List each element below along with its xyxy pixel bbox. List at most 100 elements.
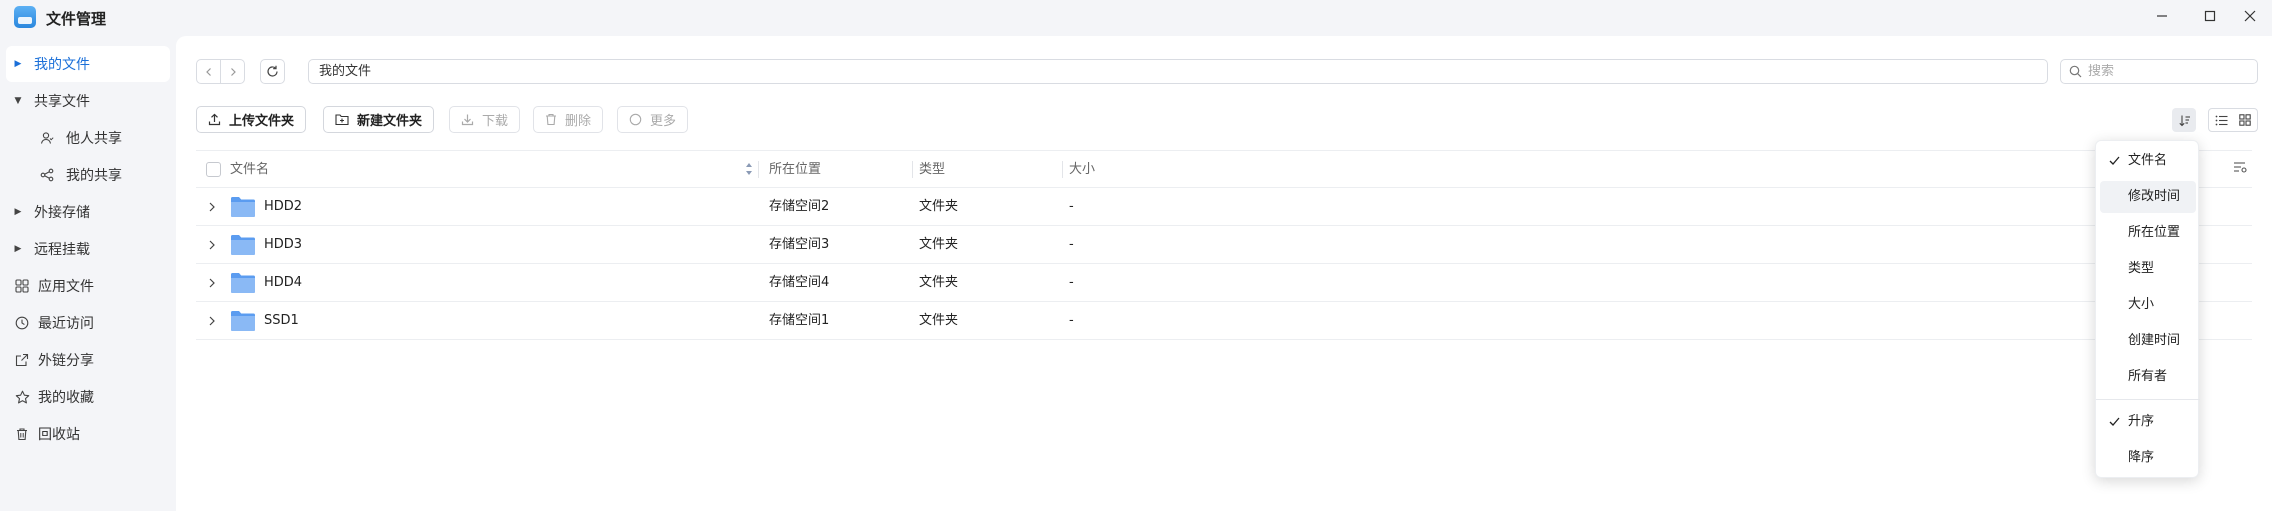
chevron-right-icon[interactable] [206, 276, 218, 290]
sort-by-modified-time[interactable]: 修改时间 [2100, 181, 2196, 213]
column-header-type[interactable]: 类型 [919, 151, 945, 188]
sidebar-item-recent[interactable]: 最近访问 [6, 305, 170, 341]
share-icon [32, 168, 62, 182]
sort-by-size[interactable]: 大小 [2100, 289, 2196, 321]
chevron-right-icon[interactable] [206, 238, 218, 252]
check-icon [2109, 417, 2120, 426]
upload-folder-label: 上传文件夹 [229, 114, 295, 129]
column-divider[interactable] [912, 161, 913, 178]
column-header-size[interactable]: 大小 [1069, 151, 1095, 188]
column-settings-button[interactable] [2232, 159, 2248, 179]
column-settings-icon [2234, 162, 2247, 173]
column-divider[interactable] [758, 161, 759, 178]
table-row[interactable]: SSD1 存储空间1 文件夹 - [196, 302, 2252, 340]
back-button[interactable] [196, 59, 221, 84]
grid-view-button[interactable] [2233, 109, 2257, 131]
search-input[interactable] [2088, 64, 2248, 79]
sort-ascending[interactable]: 升序 [2100, 406, 2196, 438]
sort-by-name[interactable]: 文件名 [2100, 145, 2196, 177]
sidebar-item-shared-files[interactable]: ▼ 共享文件 [6, 83, 170, 119]
view-toggle [2208, 108, 2258, 132]
folder-icon [231, 197, 255, 217]
chevron-right-icon[interactable] [206, 314, 218, 328]
sidebar-item-recycle-bin[interactable]: 回收站 [6, 416, 170, 452]
path-bar[interactable]: 我的文件 [308, 59, 2048, 84]
column-divider[interactable] [1062, 161, 1063, 178]
sidebar-item-external-links[interactable]: 外链分享 [6, 342, 170, 378]
sidebar-item-app-files[interactable]: 应用文件 [6, 268, 170, 304]
file-name: HDD4 [264, 275, 303, 290]
file-type: 文件夹 [919, 199, 959, 214]
file-size: - [1069, 199, 1074, 214]
search-box[interactable] [2060, 59, 2258, 84]
sort-by-location[interactable]: 所在位置 [2100, 217, 2196, 249]
sort-descending[interactable]: 降序 [2100, 442, 2196, 474]
sidebar-item-remote-mount[interactable]: ▶ 远程挂载 [6, 231, 170, 267]
sidebar-item-label: 我的共享 [66, 168, 122, 184]
sidebar-item-my-files[interactable]: ▶ 我的文件 [6, 46, 170, 82]
menu-item-label: 创建时间 [2128, 333, 2181, 348]
refresh-button[interactable] [260, 59, 285, 84]
sort-by-type[interactable]: 类型 [2100, 253, 2196, 285]
sort-button[interactable] [2172, 108, 2196, 132]
more-button[interactable]: 更多 [617, 106, 689, 133]
sort-by-owner[interactable]: 所有者 [2100, 361, 2196, 393]
sidebar: ▶ 我的文件 ▼ 共享文件 他人共享 我的共享 ▶ 外接存储 ▶ 远程挂载 应用… [0, 36, 176, 511]
sidebar-item-external-storage[interactable]: ▶ 外接存储 [6, 194, 170, 230]
sidebar-item-my-shares[interactable]: 我的共享 [6, 157, 170, 193]
table-row[interactable]: HDD3 存储空间3 文件夹 - [196, 226, 2252, 264]
file-name: HDD2 [264, 199, 303, 214]
refresh-icon [267, 65, 278, 77]
minimize-icon[interactable] [2138, 0, 2186, 32]
file-location: 存储空间3 [769, 237, 830, 252]
menu-item-label: 类型 [2128, 261, 2155, 276]
search-icon [2069, 65, 2082, 78]
clock-icon [10, 316, 34, 330]
check-icon [2109, 156, 2120, 165]
file-location: 存储空间4 [769, 275, 830, 290]
upload-folder-button[interactable]: 上传文件夹 [196, 106, 307, 133]
table-row[interactable]: HDD4 存储空间4 文件夹 - [196, 264, 2252, 302]
menu-divider [2096, 399, 2200, 400]
column-header-name[interactable]: 文件名 [230, 151, 269, 188]
new-folder-button[interactable]: 新建文件夹 [323, 106, 435, 133]
app-title: 文件管理 [46, 10, 107, 28]
file-size: - [1069, 275, 1074, 290]
sidebar-item-shared-by-others[interactable]: 他人共享 [6, 120, 170, 156]
table-row[interactable]: HDD2 存储空间2 文件夹 - [196, 188, 2252, 226]
sidebar-item-label: 我的文件 [34, 57, 90, 73]
sidebar-item-label: 外链分享 [38, 353, 94, 369]
list-view-icon [2215, 115, 2227, 125]
trash-icon [10, 427, 34, 441]
file-location: 存储空间1 [769, 313, 830, 328]
download-button[interactable]: 下载 [449, 106, 521, 133]
list-view-button[interactable] [2209, 109, 2233, 131]
sort-icon [2178, 115, 2190, 126]
sort-by-created-time[interactable]: 创建时间 [2100, 325, 2196, 357]
file-name: HDD3 [264, 237, 303, 252]
menu-item-label: 修改时间 [2128, 189, 2181, 204]
column-header-location[interactable]: 所在位置 [769, 151, 821, 188]
menu-item-label: 升序 [2128, 414, 2155, 429]
select-all-checkbox[interactable] [206, 162, 221, 177]
sidebar-item-label: 共享文件 [34, 94, 90, 110]
link-share-icon [10, 353, 34, 367]
chevron-right-icon [230, 67, 236, 76]
new-folder-label: 新建文件夹 [357, 114, 423, 129]
star-icon [10, 390, 34, 405]
close-icon[interactable] [2226, 0, 2272, 32]
caret-right-icon: ▶ [14, 244, 22, 254]
upload-icon [208, 113, 221, 126]
chevron-right-icon[interactable] [206, 200, 218, 214]
caret-right-icon: ▶ [14, 207, 22, 217]
sidebar-item-label: 回收站 [38, 427, 80, 443]
caret-down-icon: ▼ [14, 96, 22, 106]
forward-button[interactable] [220, 59, 245, 84]
sidebar-item-label: 远程挂载 [34, 242, 90, 258]
grid-icon [10, 279, 34, 293]
delete-button[interactable]: 删除 [533, 106, 604, 133]
file-type: 文件夹 [919, 313, 959, 328]
sidebar-item-favorites[interactable]: 我的收藏 [6, 379, 170, 415]
menu-item-label: 所有者 [2128, 369, 2168, 384]
folder-icon [231, 235, 255, 255]
